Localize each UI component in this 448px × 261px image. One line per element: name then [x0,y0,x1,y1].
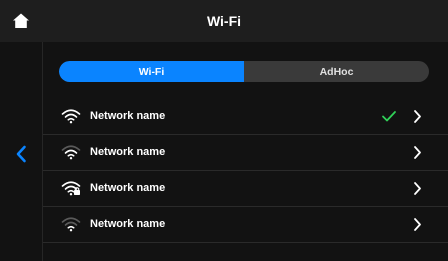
network-row[interactable]: Network name [43,99,448,135]
network-row[interactable]: Network name [43,135,448,171]
network-list: Network name Network name Network name N… [43,99,448,243]
wifi-weak-icon [61,217,81,232]
back-button[interactable] [0,139,42,169]
checkmark-icon [382,111,396,122]
network-name: Network name [90,218,166,230]
chevron-right-icon [414,146,421,159]
chevron-right-icon [414,218,421,231]
main-panel: Wi-Fi AdHoc Network name Network name Ne… [43,42,448,261]
top-bar: Wi-Fi [0,0,448,42]
home-button[interactable] [0,0,42,42]
network-name: Network name [90,146,166,158]
wifi-medium-icon [61,145,81,160]
chevron-right-icon [414,110,421,123]
network-name: Network name [90,110,166,122]
tab-wifi[interactable]: Wi-Fi [59,61,244,82]
network-row[interactable]: Network name [43,171,448,207]
chevron-left-icon [16,145,26,163]
mode-segmented-control: Wi-Fi AdHoc [59,61,429,82]
home-icon [13,13,29,28]
wifi-strong-icon [61,109,81,124]
tab-adhoc[interactable]: AdHoc [244,61,429,82]
network-name: Network name [90,182,166,194]
page-title: Wi-Fi [206,13,242,29]
sidebar [0,42,43,261]
network-row[interactable]: Network name [43,207,448,243]
wifi-locked-icon [61,181,81,196]
chevron-right-icon [414,182,421,195]
